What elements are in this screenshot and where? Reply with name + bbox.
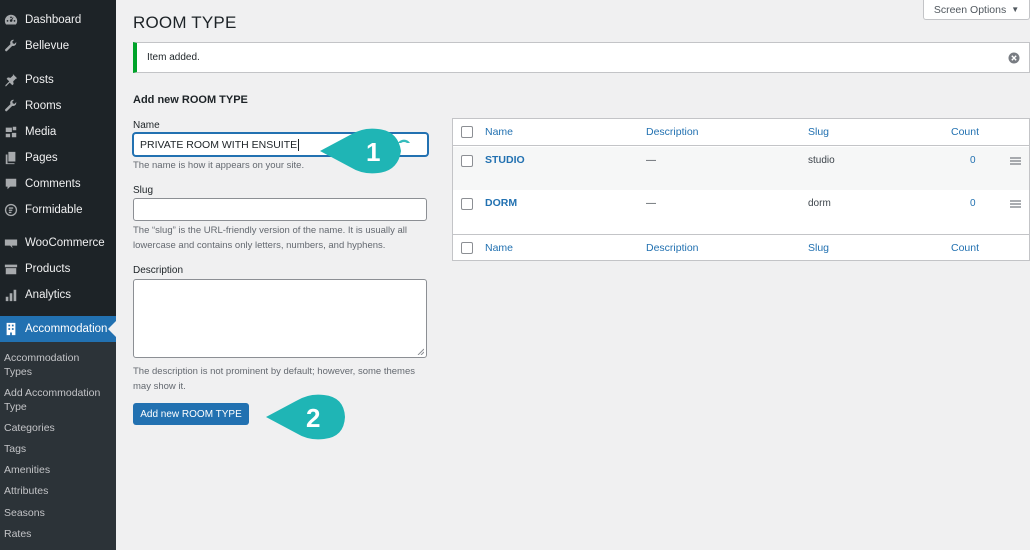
sidebar-item-pages[interactable]: Pages xyxy=(0,145,116,171)
add-new-room-type-button[interactable]: Add new ROOM TYPE xyxy=(133,403,249,425)
sidebar-item-media[interactable]: Media xyxy=(0,119,116,145)
column-footer-description[interactable]: Description xyxy=(646,242,699,254)
table-header: Name Description Slug Count xyxy=(453,119,1029,146)
term-count-link[interactable]: 0 xyxy=(970,198,976,209)
submenu-item-rates[interactable]: Rates xyxy=(4,527,108,541)
submenu-item-categories[interactable]: Categories xyxy=(4,421,108,435)
sidebar-item-products[interactable]: Products xyxy=(0,256,116,282)
dashboard-icon xyxy=(3,12,19,28)
admin-sidebar: Dashboard Bellevue Posts Rooms Media Pag… xyxy=(0,0,116,550)
table-row: DORM — dorm 0 xyxy=(453,190,1029,233)
products-icon xyxy=(3,261,19,277)
screen-options-label: Screen Options xyxy=(933,3,1007,16)
term-count-link[interactable]: 0 xyxy=(970,155,976,166)
step-2-number: 2 xyxy=(306,403,320,433)
sidebar-item-label: Products xyxy=(25,263,71,275)
description-label: Description xyxy=(133,265,184,276)
column-footer-count[interactable]: Count xyxy=(951,242,979,254)
sidebar-item-rooms[interactable]: Rooms xyxy=(0,93,116,119)
sidebar-item-label: WooCommerce xyxy=(25,237,105,249)
formidable-icon xyxy=(3,202,19,218)
building-icon xyxy=(3,321,19,337)
screen-options-button[interactable]: Screen Options ▼ xyxy=(923,0,1030,20)
sidebar-item-label: Comments xyxy=(25,178,81,190)
step-1-number: 1 xyxy=(366,137,380,167)
caret-down-icon: ▼ xyxy=(1011,5,1020,14)
pin-icon xyxy=(3,72,19,88)
term-description: — xyxy=(646,155,656,166)
term-slug: studio xyxy=(808,155,835,166)
accommodation-submenu: Accommodation Types Add Accommodation Ty… xyxy=(0,342,116,550)
submenu-item-tags[interactable]: Tags xyxy=(4,442,108,456)
woo-icon xyxy=(3,235,19,251)
sidebar-item-label: Accommodation xyxy=(25,323,108,335)
wrench-icon xyxy=(3,38,19,54)
column-footer-name[interactable]: Name xyxy=(485,242,513,254)
sidebar-item-comments[interactable]: Comments xyxy=(0,171,116,197)
name-input-value: PRIVATE ROOM WITH ENSUITE xyxy=(140,138,298,151)
sidebar-item-label: Dashboard xyxy=(25,14,82,26)
sidebar-item-label: Rooms xyxy=(25,100,62,112)
drag-handle-icon[interactable] xyxy=(1010,200,1021,208)
sidebar-item-label: Analytics xyxy=(25,289,72,301)
sidebar-item-label: Media xyxy=(25,126,57,138)
description-textarea[interactable] xyxy=(133,279,427,358)
wrench-icon xyxy=(3,98,19,114)
description-help-text: The description is not prominent by defa… xyxy=(133,366,415,392)
column-header-slug[interactable]: Slug xyxy=(808,126,829,138)
text-cursor xyxy=(298,138,300,151)
column-header-count[interactable]: Count xyxy=(951,126,979,138)
slug-help-text: The “slug” is the URL-friendly version o… xyxy=(133,225,408,251)
analytics-icon xyxy=(3,287,19,303)
column-footer-slug[interactable]: Slug xyxy=(808,242,829,254)
sidebar-item-label: Posts xyxy=(25,74,54,86)
sidebar-item-accommodation[interactable]: Accommodation xyxy=(0,316,116,342)
sidebar-item-posts[interactable]: Posts xyxy=(0,67,116,93)
sidebar-item-label: Pages xyxy=(25,152,58,164)
step-2-callout: 2 xyxy=(266,394,345,440)
step-1-callout: 1 xyxy=(320,128,410,174)
page-title: ROOM TYPE xyxy=(133,13,237,32)
slug-input[interactable] xyxy=(133,198,427,221)
sidebar-item-bellevue[interactable]: Bellevue xyxy=(0,33,116,59)
dismiss-icon[interactable] xyxy=(1008,52,1020,64)
row-checkbox[interactable] xyxy=(461,198,473,210)
column-header-description[interactable]: Description xyxy=(646,126,699,138)
column-header-name[interactable]: Name xyxy=(485,126,513,138)
submenu-item-accommodation-types[interactable]: Accommodation Types xyxy=(4,351,108,379)
terms-table: Name Description Slug Count STUDIO — stu… xyxy=(452,118,1030,261)
select-all-checkbox-footer[interactable] xyxy=(461,242,473,254)
select-all-checkbox[interactable] xyxy=(461,126,473,138)
drag-handle-icon[interactable] xyxy=(1010,157,1021,165)
term-description: — xyxy=(646,198,656,209)
table-footer: Name Description Slug Count xyxy=(453,234,1029,261)
sidebar-item-dashboard[interactable]: Dashboard xyxy=(0,7,116,33)
submenu-item-amenities[interactable]: Amenities xyxy=(4,463,108,477)
term-name-link[interactable]: DORM xyxy=(485,197,517,209)
comment-icon xyxy=(3,176,19,192)
sidebar-item-woocommerce[interactable]: WooCommerce xyxy=(0,230,116,256)
table-row: STUDIO — studio 0 xyxy=(453,147,1029,190)
row-checkbox[interactable] xyxy=(461,155,473,167)
form-heading: Add new ROOM TYPE xyxy=(133,94,248,106)
sidebar-item-label: Formidable xyxy=(25,204,83,216)
sidebar-item-analytics[interactable]: Analytics xyxy=(0,282,116,308)
pages-icon xyxy=(3,150,19,166)
notice-text: Item added. xyxy=(147,52,200,63)
term-name-link[interactable]: STUDIO xyxy=(485,154,525,166)
success-notice: Item added. xyxy=(133,42,1030,73)
sidebar-item-formidable[interactable]: Formidable xyxy=(0,197,116,223)
name-label: Name xyxy=(133,120,160,131)
sidebar-item-label: Bellevue xyxy=(25,40,70,52)
submenu-item-attributes[interactable]: Attributes xyxy=(4,484,108,498)
slug-label: Slug xyxy=(133,185,154,196)
media-icon xyxy=(3,124,19,140)
submenu-item-seasons[interactable]: Seasons xyxy=(4,506,108,520)
submenu-item-add-accommodation-type[interactable]: Add Accommodation Type xyxy=(4,386,108,414)
resize-handle-icon[interactable] xyxy=(417,348,424,355)
term-slug: dorm xyxy=(808,198,831,209)
